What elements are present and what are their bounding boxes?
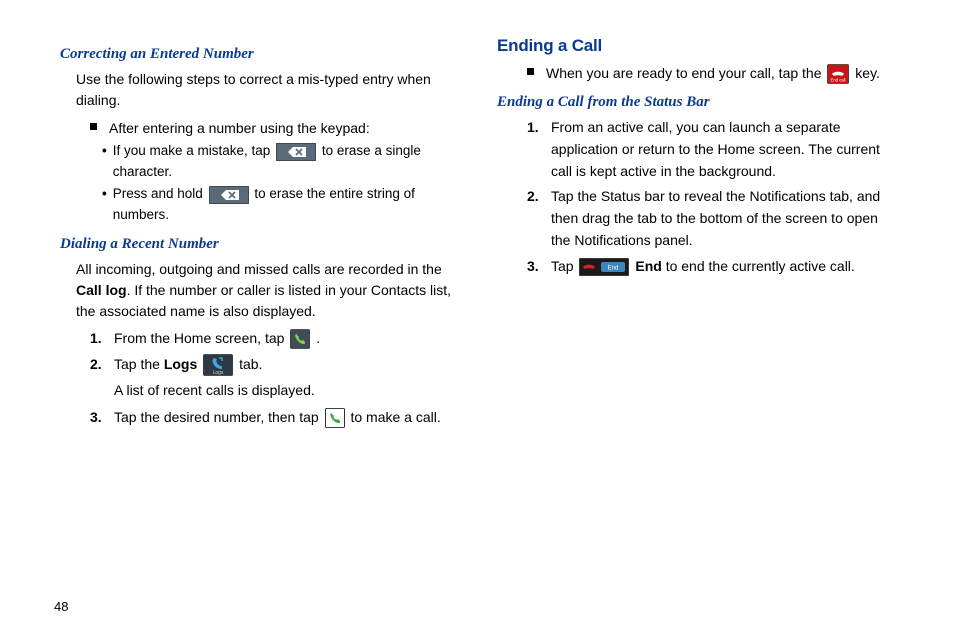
- step-number: 3.: [90, 407, 114, 429]
- text-before-icon: Press and hold: [113, 186, 207, 201]
- end-bold: End: [635, 258, 661, 274]
- bullet-end-key: When you are ready to end your call, tap…: [527, 62, 894, 84]
- step-3: 3. Tap End End to end the currently acti…: [527, 256, 894, 278]
- step-text-c: to end the currently active call.: [662, 258, 855, 274]
- step-text-b: .: [316, 330, 320, 346]
- step-number: 2.: [527, 186, 551, 208]
- svg-text:End call: End call: [831, 78, 846, 83]
- svg-text:Logs: Logs: [213, 370, 224, 376]
- subsection-ending-status-bar: Ending a Call from the Status Bar: [497, 94, 894, 111]
- intro-paragraph: All incoming, outgoing and missed calls …: [76, 259, 457, 322]
- subsection-correcting-number: Correcting an Entered Number: [60, 46, 457, 63]
- backspace-icon: [209, 186, 249, 204]
- dot-bullet-icon: •: [102, 141, 107, 162]
- step-body: Tap the Status bar to reveal the Notific…: [551, 186, 894, 251]
- notification-end-icon: End: [579, 258, 629, 276]
- step-2-after: A list of recent calls is displayed.: [114, 380, 457, 401]
- right-column: Ending a Call When you are ready to end …: [497, 36, 894, 433]
- bullet-keypad: After entering a number using the keypad…: [90, 117, 457, 139]
- step-body: Tap the Logs Logs tab.: [114, 354, 457, 376]
- step-text-a: Tap: [551, 258, 577, 274]
- intro-text-b: . If the number or caller is listed in y…: [76, 282, 451, 319]
- intro-paragraph: Use the following steps to correct a mis…: [76, 69, 457, 111]
- call-icon: [325, 408, 345, 428]
- step-body: Tap End End to end the currently active …: [551, 256, 894, 278]
- page-number: 48: [54, 599, 68, 614]
- square-bullet-icon: [527, 68, 534, 75]
- step-1: 1. From the Home screen, tap .: [90, 328, 457, 350]
- intro-text-a: All incoming, outgoing and missed calls …: [76, 261, 442, 277]
- step-1: 1. From an active call, you can launch a…: [527, 117, 894, 182]
- logs-tab-icon: Logs: [203, 354, 233, 376]
- step-number: 1.: [90, 328, 114, 350]
- text-before-icon: If you make a mistake, tap: [113, 143, 274, 158]
- left-column: Correcting an Entered Number Use the fol…: [60, 36, 457, 433]
- square-bullet-icon: [90, 123, 97, 130]
- svg-text:End: End: [608, 265, 619, 271]
- call-log-bold: Call log: [76, 282, 127, 298]
- step-number: 2.: [90, 354, 114, 376]
- step-body: From the Home screen, tap .: [114, 328, 457, 350]
- manual-page: Correcting an Entered Number Use the fol…: [60, 36, 894, 433]
- sub-bullet-erase-all: • Press and hold to erase the entire str…: [102, 184, 457, 226]
- step-text-a: Tap the desired number, then tap: [114, 409, 323, 425]
- step-2: 2. Tap the Status bar to reveal the Noti…: [527, 186, 894, 251]
- text-after-icon: key.: [855, 65, 880, 81]
- bullet-text: After entering a number using the keypad…: [109, 117, 370, 139]
- step-text-a: Tap the: [114, 356, 164, 372]
- logs-bold: Logs: [164, 356, 197, 372]
- sub-bullet-body: If you make a mistake, tap to erase a si…: [113, 141, 457, 183]
- sub-bullet-erase-char: • If you make a mistake, tap to erase a …: [102, 141, 457, 183]
- section-ending-call: Ending a Call: [497, 36, 894, 56]
- sub-bullet-body: Press and hold to erase the entire strin…: [113, 184, 457, 226]
- backspace-icon: [276, 143, 316, 161]
- text-before-icon: When you are ready to end your call, tap…: [546, 65, 825, 81]
- step-text-b: [197, 356, 201, 372]
- step-body: From an active call, you can launch a se…: [551, 117, 894, 182]
- end-call-key-icon: End call: [827, 64, 849, 84]
- phone-app-icon: [290, 329, 310, 349]
- subsection-dialing-recent: Dialing a Recent Number: [60, 236, 457, 253]
- step-body: Tap the desired number, then tap to make…: [114, 407, 457, 429]
- bullet-body: When you are ready to end your call, tap…: [546, 62, 880, 84]
- dot-bullet-icon: •: [102, 184, 107, 205]
- step-2: 2. Tap the Logs Logs tab.: [90, 354, 457, 376]
- step-number: 3.: [527, 256, 551, 278]
- step-text-b: to make a call.: [350, 409, 440, 425]
- step-text-c: tab.: [239, 356, 262, 372]
- step-3: 3. Tap the desired number, then tap to m…: [90, 407, 457, 429]
- step-text-a: From the Home screen, tap: [114, 330, 288, 346]
- step-number: 1.: [527, 117, 551, 139]
